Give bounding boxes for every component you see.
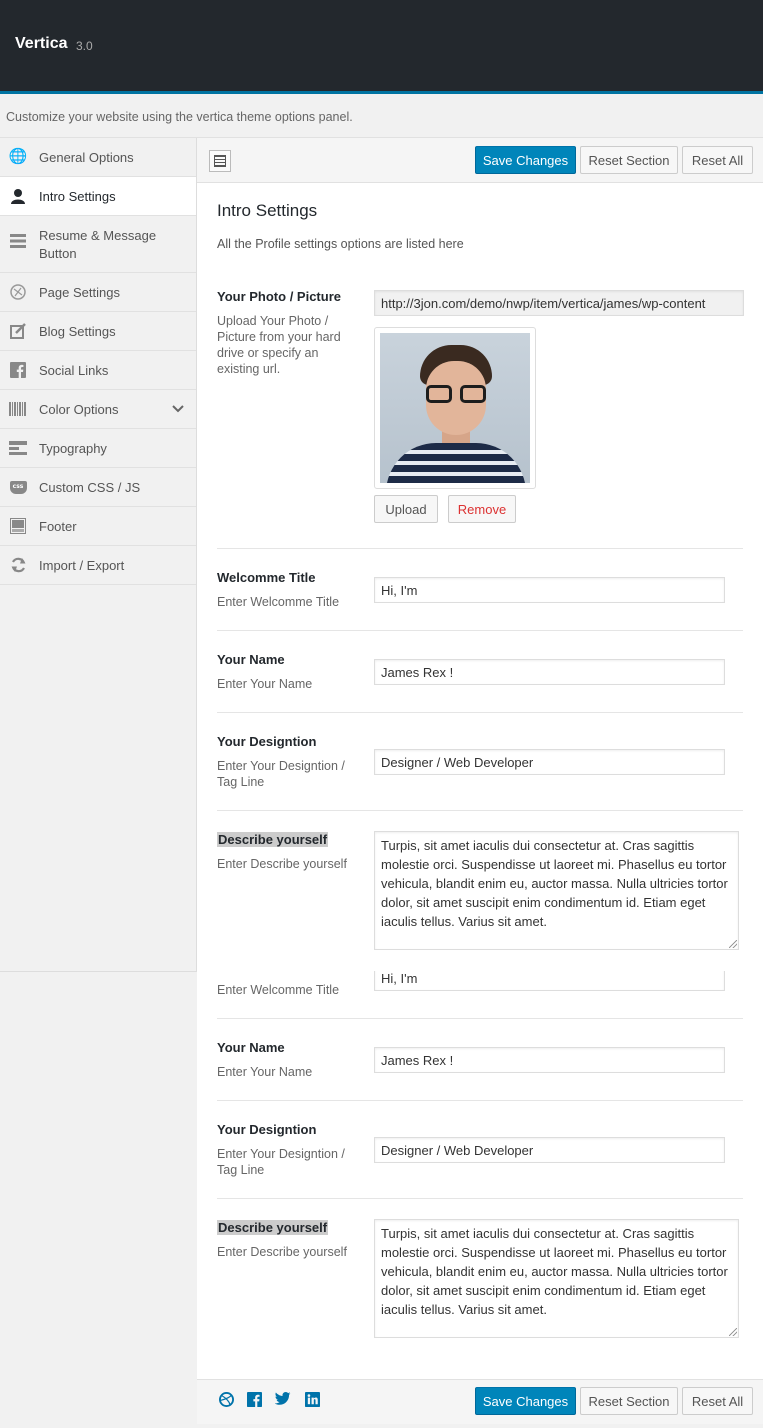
sidebar-item-resume-message[interactable]: Resume & Message Button <box>0 216 196 273</box>
expand-icon <box>214 155 226 167</box>
sidebar-item-label: Import / Export <box>39 558 125 573</box>
describe-text: Turpis, sit amet iaculis dui consectetur… <box>381 838 728 929</box>
designation-label: Your Designtion <box>217 1122 317 1137</box>
divider <box>217 548 743 549</box>
describe-label: Describe yourself <box>217 1220 329 1235</box>
remove-button[interactable]: Remove <box>448 495 516 523</box>
tagline-bar: Customize your website using the vertica… <box>0 97 763 138</box>
divider <box>217 1198 743 1199</box>
chevron-down-icon[interactable] <box>172 400 184 418</box>
your-name-description: Enter Your Name <box>217 677 313 691</box>
sidebar-item-import-export[interactable]: Import / Export <box>0 546 196 585</box>
divider <box>217 1100 743 1101</box>
designation-label: Your Designtion <box>217 734 317 749</box>
sidebar-item-label: Social Links <box>39 363 109 378</box>
sidebar-item-label: Resume & Message Button <box>39 228 157 261</box>
welcome-title-description: Enter Welcomme Title <box>217 983 340 997</box>
describe-textarea[interactable]: Turpis, sit amet iaculis dui consectetur… <box>374 831 739 950</box>
dribbble-icon[interactable] <box>218 1391 234 1407</box>
sidebar-item-page-settings[interactable]: Page Settings <box>0 273 196 312</box>
sidebar-item-color-options[interactable]: Color Options <box>0 390 196 429</box>
edit-icon <box>9 322 27 340</box>
designation-description: Enter Your Designtion / Tag Line <box>217 1147 345 1177</box>
designation-input[interactable]: Designer / Web Developer <box>374 1137 725 1163</box>
page-icon <box>9 283 27 301</box>
section-title: Intro Settings <box>217 201 318 220</box>
facebook-icon <box>9 361 27 379</box>
expand-options-button[interactable] <box>209 150 231 172</box>
sidebar-item-blog-settings[interactable]: Blog Settings <box>0 312 196 351</box>
reset-all-button[interactable]: Reset All <box>682 146 753 174</box>
photo-url-input[interactable]: http://3jon.com/demo/nwp/item/vertica/ja… <box>374 290 744 316</box>
sidebar-item-label: General Options <box>39 150 134 165</box>
sidebar-item-footer[interactable]: Footer <box>0 507 196 546</box>
sidebar-item-label: Color Options <box>39 402 119 417</box>
sidebar-item-label: Typography <box>39 441 107 456</box>
your-name-label: Your Name <box>217 652 285 667</box>
sidebar-item-label: Custom CSS / JS <box>39 480 141 495</box>
barcode-icon <box>9 400 27 418</box>
user-icon <box>9 187 27 205</box>
section-description: All the Profile settings options are lis… <box>217 237 464 251</box>
resize-handle[interactable] <box>729 940 737 948</box>
sidebar-item-label: Page Settings <box>39 285 120 300</box>
list-icon <box>9 232 27 250</box>
sidebar-item-intro-settings[interactable]: Intro Settings <box>0 177 196 216</box>
sidebar-item-custom-css-js[interactable]: css Custom CSS / JS <box>0 468 196 507</box>
welcome-title-input[interactable]: Hi, I'm <box>374 577 725 603</box>
describe-textarea[interactable]: Turpis, sit amet iaculis dui consectetur… <box>374 1219 739 1338</box>
globe-icon: 🌐 <box>8 148 28 165</box>
photo-label: Your Photo / Picture <box>217 289 341 304</box>
divider <box>217 810 743 811</box>
save-changes-button[interactable]: Save Changes <box>475 146 576 174</box>
upload-button[interactable]: Upload <box>374 495 438 523</box>
divider <box>217 712 743 713</box>
profile-photo <box>380 333 530 483</box>
app-version: 3.0 <box>76 39 93 53</box>
refresh-icon <box>9 556 27 574</box>
panel-tagline: Customize your website using the vertica… <box>6 110 353 124</box>
linkedin-icon[interactable] <box>304 1391 320 1407</box>
describe-description: Enter Describe yourself <box>217 857 347 871</box>
app-name: Vertica <box>15 35 68 52</box>
divider <box>217 1018 743 1019</box>
your-name-label: Your Name <box>217 1040 285 1055</box>
describe-label: Describe yourself <box>217 832 329 847</box>
footer-icon <box>9 517 27 535</box>
your-name-description: Enter Your Name <box>217 1065 313 1079</box>
sidebar-item-label: Blog Settings <box>39 324 116 339</box>
reset-section-button[interactable]: Reset Section <box>580 1387 678 1415</box>
css-icon-text: css <box>9 480 27 494</box>
twitter-icon[interactable] <box>275 1391 291 1407</box>
sidebar-item-social-links[interactable]: Social Links <box>0 351 196 390</box>
describe-text: Turpis, sit amet iaculis dui consectetur… <box>381 1226 728 1317</box>
options-sidebar: 🌐 General Options Intro Settings Resume … <box>0 138 197 972</box>
designation-input[interactable]: Designer / Web Developer <box>374 749 725 775</box>
css-icon: css <box>9 478 27 496</box>
photo-description: Upload Your Photo / Picture from your ha… <box>217 314 341 376</box>
photo-preview <box>374 327 536 489</box>
welcome-title-description: Enter Welcomme Title <box>217 595 340 609</box>
designation-description: Enter Your Designtion / Tag Line <box>217 759 345 789</box>
welcome-title-input[interactable]: Hi, I'm <box>374 971 725 991</box>
sidebar-item-label: Intro Settings <box>39 189 116 204</box>
sidebar-item-label: Footer <box>39 519 77 534</box>
admin-header: Vertica 3.0 <box>0 0 763 94</box>
resize-handle[interactable] <box>729 1328 737 1336</box>
welcome-title-label: Welcomme Title <box>217 570 316 585</box>
reset-all-button[interactable]: Reset All <box>682 1387 753 1415</box>
page-bottom-strip <box>0 1424 763 1428</box>
divider <box>217 630 743 631</box>
facebook-icon[interactable] <box>246 1391 262 1407</box>
sidebar-item-typography[interactable]: Typography <box>0 429 196 468</box>
sidebar-item-general-options[interactable]: 🌐 General Options <box>0 138 196 177</box>
your-name-input[interactable]: James Rex ! <box>374 1047 725 1073</box>
describe-description: Enter Describe yourself <box>217 1245 347 1259</box>
typography-icon <box>9 439 27 457</box>
welcome-title-input-cropped[interactable]: Hi, I'm <box>374 971 725 991</box>
save-changes-button[interactable]: Save Changes <box>475 1387 576 1415</box>
reset-section-button[interactable]: Reset Section <box>580 146 678 174</box>
your-name-input[interactable]: James Rex ! <box>374 659 725 685</box>
